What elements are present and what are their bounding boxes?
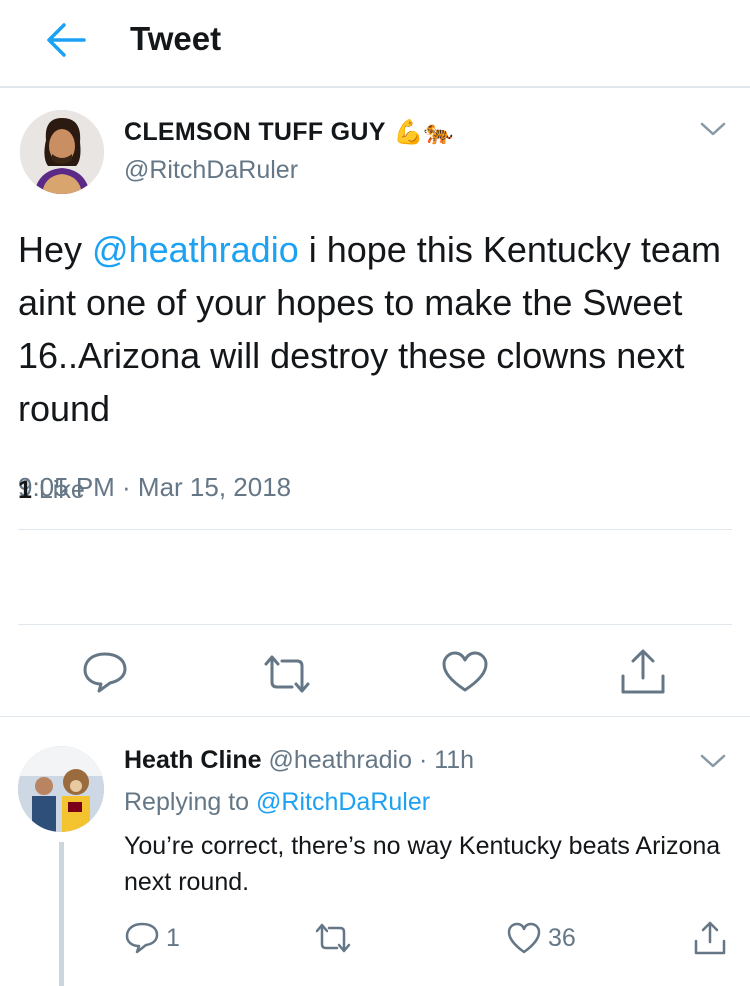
reply-reply-button[interactable]: 1 (124, 920, 180, 956)
arrow-left-icon (47, 23, 86, 57)
like-count: 36 (548, 923, 576, 952)
chevron-down-icon (700, 122, 726, 136)
top-bar: Tweet (0, 0, 750, 88)
mention-link[interactable]: @heathradio (92, 229, 299, 270)
author-handle[interactable]: @RitchDaRuler (124, 156, 298, 185)
back-button[interactable] (44, 20, 88, 60)
divider (18, 529, 732, 530)
tweet-menu-button[interactable] (698, 118, 728, 140)
reply-retweet-button[interactable] (314, 920, 352, 956)
likes-summary[interactable]: 1 Like (18, 476, 85, 505)
replying-to: Replying to @RitchDaRuler (124, 788, 430, 817)
reply-icon (83, 652, 127, 693)
author-name-row: CLEMSON TUFF GUY 💪🐅 (124, 118, 454, 147)
tweet-text-start: Hey (18, 229, 93, 270)
reply-icon (125, 922, 159, 954)
reply-author-row: Heath Cline @heathradio · 11h (124, 746, 474, 775)
divider (18, 624, 732, 625)
reply-button[interactable] (80, 650, 130, 694)
reply-meta: @heathradio · 11h (268, 746, 475, 774)
avatar[interactable] (18, 746, 104, 832)
likes-count: 1 (18, 476, 32, 504)
likes-label: Like (38, 476, 85, 504)
page-title: Tweet (130, 20, 222, 57)
reply-share-button[interactable] (692, 920, 728, 956)
heart-icon (442, 651, 488, 692)
like-button[interactable] (440, 650, 490, 694)
share-button[interactable] (618, 648, 668, 694)
retweet-button[interactable] (262, 652, 312, 696)
reply-tweet[interactable]: Heath Cline @heathradio · 11h Replying t… (0, 716, 750, 986)
heart-icon (507, 922, 541, 954)
share-icon (694, 921, 726, 955)
retweet-icon (264, 655, 310, 693)
reply-text: You’re correct, there’s no way Kentucky … (124, 832, 721, 896)
share-icon (621, 649, 665, 694)
avatar[interactable] (20, 110, 104, 194)
chevron-down-icon (700, 754, 726, 768)
reply-menu-button[interactable] (698, 750, 728, 772)
reply-count: 1 (166, 923, 180, 952)
name-emoji: 💪🐅 (393, 118, 454, 146)
replying-label: Replying to (124, 788, 250, 816)
replying-to-mention[interactable]: @RitchDaRuler (256, 788, 430, 816)
thread-line (59, 842, 64, 986)
retweet-icon (315, 923, 351, 953)
reply-like-button[interactable]: 36 (506, 920, 576, 956)
tweet-text: Hey @heathradio i hope this Kentucky tea… (18, 223, 733, 435)
author-name[interactable]: CLEMSON TUFF GUY (124, 118, 386, 147)
reply-author-name[interactable]: Heath Cline (124, 746, 262, 774)
